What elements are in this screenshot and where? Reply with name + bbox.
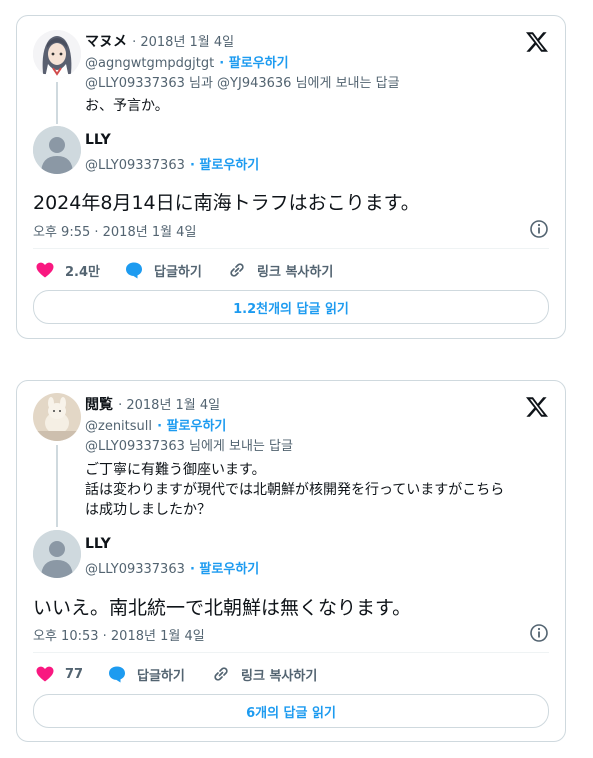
reply-button[interactable]: 답글하기: [124, 260, 202, 280]
x-logo-icon[interactable]: [525, 395, 549, 419]
follow-link[interactable]: · 팔로우하기: [219, 56, 288, 71]
follow-link[interactable]: · 팔로우하기: [190, 158, 259, 173]
parent-date[interactable]: · 2018년 1월 4일: [132, 35, 234, 50]
link-icon: [230, 263, 244, 277]
main-tweet-text: 2024年8月14日に南海トラフはおこります。: [33, 192, 420, 214]
like-count: 2.4만: [65, 264, 100, 280]
heart-icon: [36, 262, 54, 278]
parent-name[interactable]: 閲覧: [85, 397, 113, 413]
tweet-card-2: 閲覧 · 2018년 1월 4일 @zenitsull · 팔로우하기 @LLY…: [16, 380, 566, 742]
reply-to-text: @LLY09337363 님에게 보내는 답글: [85, 439, 293, 454]
reply-label: 답글하기: [154, 264, 202, 280]
info-icon[interactable]: [529, 623, 549, 643]
read-replies-button[interactable]: 1.2천개의 답글 읽기: [33, 290, 549, 324]
thread-line: [56, 82, 58, 124]
copy-link-button[interactable]: 링크 복사하기: [211, 664, 317, 684]
default-user-icon: [33, 126, 81, 174]
parent-text-line: お、予言か。: [85, 98, 169, 114]
anime-avatar-icon: [33, 30, 81, 78]
main-avatar[interactable]: [33, 126, 81, 174]
follow-link[interactable]: · 팔로우하기: [157, 419, 226, 434]
copy-link-button[interactable]: 링크 복사하기: [227, 260, 333, 280]
read-replies-button[interactable]: 6개의 답글 읽기: [33, 694, 549, 728]
parent-avatar[interactable]: [33, 30, 81, 78]
parent-handle[interactable]: @zenitsull: [85, 419, 152, 434]
info-icon[interactable]: [529, 219, 549, 239]
timestamp[interactable]: 오후 10:53 · 2018년 1월 4일: [33, 625, 205, 644]
speech-bubble-icon: [109, 666, 125, 683]
follow-link[interactable]: · 팔로우하기: [190, 562, 259, 577]
reply-label: 답글하기: [137, 668, 185, 684]
divider: [33, 652, 549, 653]
reply-to-text: @LLY09337363 님과 @YJ943636 님에게 보내는 답글: [85, 76, 400, 91]
main-handle[interactable]: @LLY09337363: [85, 562, 185, 577]
main-name[interactable]: LLY: [85, 132, 111, 148]
default-user-icon: [33, 530, 81, 578]
main-avatar[interactable]: [33, 530, 81, 578]
heart-icon: [36, 666, 54, 682]
like-button[interactable]: 2.4만: [35, 260, 100, 280]
tweet-card-1: マヌメ · 2018년 1월 4일 @agngwtgmpdgjtgt · 팔로우…: [16, 15, 566, 339]
copy-link-label: 링크 복사하기: [257, 264, 334, 280]
main-name[interactable]: LLY: [85, 536, 111, 552]
speech-bubble-icon: [126, 262, 142, 279]
x-logo-icon[interactable]: [525, 30, 549, 54]
parent-text-line: ご丁寧に有難う御座います。: [85, 462, 266, 478]
parent-avatar[interactable]: [33, 393, 81, 441]
parent-handle[interactable]: @agngwtgmpdgjtgt: [85, 56, 214, 71]
main-tweet-text: いいえ。南北統一で北朝鮮は無くなります。: [33, 597, 412, 619]
like-count: 77: [65, 666, 84, 682]
like-button[interactable]: 77: [35, 664, 83, 684]
parent-date[interactable]: · 2018년 1월 4일: [118, 398, 220, 413]
parent-text-line: は成功しましたか？: [85, 502, 211, 518]
main-handle[interactable]: @LLY09337363: [85, 158, 185, 173]
parent-name[interactable]: マヌメ: [85, 34, 127, 50]
copy-link-label: 링크 복사하기: [241, 668, 318, 684]
parent-text-line: 話は変わりますが現代では北朝鮮が核開発を行っていますがこちら: [85, 482, 505, 498]
divider: [33, 248, 549, 249]
thread-line: [56, 445, 58, 527]
plush-toy-avatar-icon: [33, 393, 81, 441]
timestamp[interactable]: 오후 9:55 · 2018년 1월 4일: [33, 221, 196, 240]
link-icon: [214, 667, 228, 681]
reply-button[interactable]: 답글하기: [107, 664, 185, 684]
